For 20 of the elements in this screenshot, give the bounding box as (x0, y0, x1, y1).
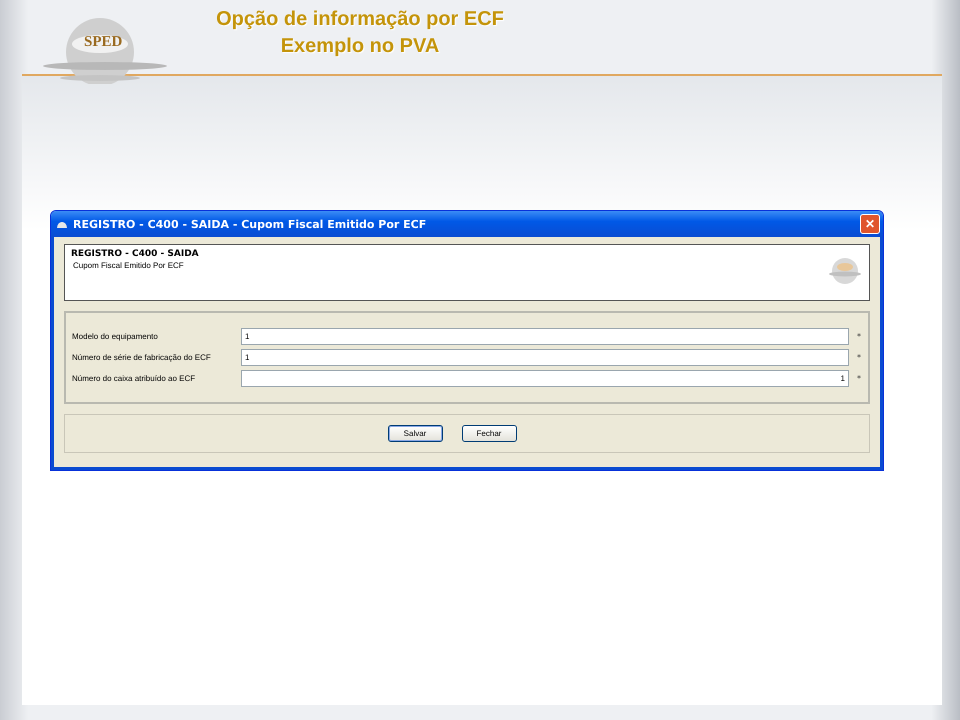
window-icon (56, 219, 68, 229)
input-field[interactable]: 1 (241, 370, 849, 387)
dialog-button[interactable]: Salvar (388, 425, 442, 442)
logo-icon (827, 256, 863, 286)
field-label: Modelo do equipamento (72, 332, 159, 341)
close-button[interactable]: ✕ (860, 214, 880, 234)
input-field[interactable]: 1 (241, 328, 849, 345)
field-label: Número de série de fabricação do ECF (72, 353, 212, 362)
logo-text: SPED (84, 34, 122, 51)
dialog-button[interactable]: Fechar (462, 425, 516, 442)
required-mark: * (857, 332, 861, 341)
required-mark: * (857, 374, 861, 383)
window-title: REGISTRO - C400 - SAIDA - Cupom Fiscal Emitido Por ECF (73, 218, 428, 230)
field-label: Número do caixa atribuído ao ECF (72, 374, 196, 383)
required-mark: * (857, 353, 861, 362)
input-field[interactable]: 1 (241, 349, 849, 366)
record-title: REGISTRO - C400 - SAIDA (71, 249, 199, 259)
record-subtitle: Cupom Fiscal Emitido Por ECF (72, 261, 185, 270)
slide-title: Exemplo no PVA (280, 34, 440, 59)
slide-title: Opção de informação por ECF (216, 7, 504, 32)
